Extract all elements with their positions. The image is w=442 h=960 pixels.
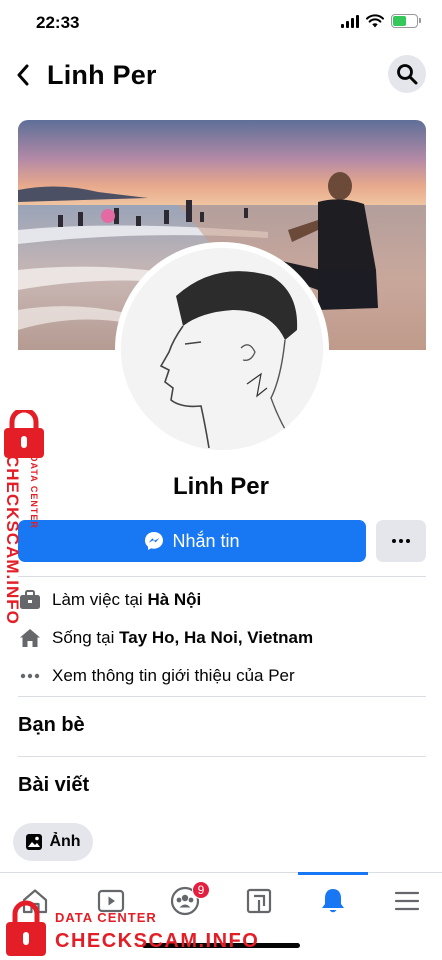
photos-button-label: Ảnh [49, 833, 81, 850]
photo-icon [26, 834, 43, 850]
watermark-brand-side: CHECKSCAM.INFO [3, 455, 22, 625]
more-dots-icon [18, 664, 42, 688]
section-posts: Bài viết [18, 774, 90, 796]
watermark-lock-icon [4, 410, 44, 458]
info-live-prefix: Sống tại [52, 628, 115, 647]
nav-notifications[interactable] [298, 872, 368, 929]
chevron-left-icon [17, 64, 29, 86]
menu-icon [394, 891, 420, 911]
info-see-more[interactable]: Xem thông tin giới thiệu của Per [18, 663, 295, 689]
watermark-lock-icon [6, 900, 46, 956]
status-time: 22:33 [36, 13, 80, 32]
signal-icon [341, 14, 359, 28]
info-work-prefix: Làm việc tại [52, 590, 143, 609]
message-button-label: Nhắn tin [172, 530, 240, 551]
nav-menu[interactable] [372, 873, 442, 929]
messenger-icon [145, 532, 164, 550]
watermark-sub-side: DATA CENTER [29, 455, 39, 529]
watermark-brand-bottom: CHECKSCAM.INFO [55, 930, 260, 952]
profile-avatar[interactable] [115, 242, 329, 456]
profile-header: Linh Per [0, 50, 442, 100]
info-work-place[interactable]: Hà Nội [147, 590, 201, 610]
home-icon [18, 626, 42, 650]
search-icon [397, 64, 418, 85]
divider [18, 756, 426, 757]
status-icons [341, 14, 421, 28]
section-friends[interactable]: Bạn bè [18, 714, 85, 737]
divider [18, 696, 426, 697]
wifi-icon [366, 14, 384, 28]
gaming-icon [246, 888, 272, 914]
status-bar: 22:33 [0, 0, 442, 46]
info-work: Làm việc tại Hà Nội [18, 587, 201, 613]
more-options-button[interactable] [376, 520, 426, 562]
info-live-place[interactable]: Tay Ho, Ha Noi, Vietnam [119, 628, 313, 648]
divider [18, 576, 426, 577]
photos-button[interactable]: Ảnh [13, 823, 93, 861]
info-live: Sống tại Tay Ho, Ha Noi, Vietnam [18, 625, 313, 651]
info-see-more-label: Xem thông tin giới thiệu của Per [52, 666, 295, 685]
notification-badge: 9 [192, 881, 210, 899]
watermark-sub-bottom: DATA CENTER [55, 910, 157, 925]
search-button[interactable] [388, 55, 426, 93]
nav-groups[interactable]: 9 [150, 873, 220, 929]
profile-name: Linh Per [172, 473, 269, 500]
battery-icon [391, 14, 421, 28]
nav-gaming[interactable] [224, 873, 294, 929]
bell-icon [322, 889, 344, 913]
back-button[interactable] [10, 60, 36, 90]
page-title: Linh Per [47, 60, 157, 90]
message-button[interactable]: Nhắn tin [18, 520, 366, 562]
